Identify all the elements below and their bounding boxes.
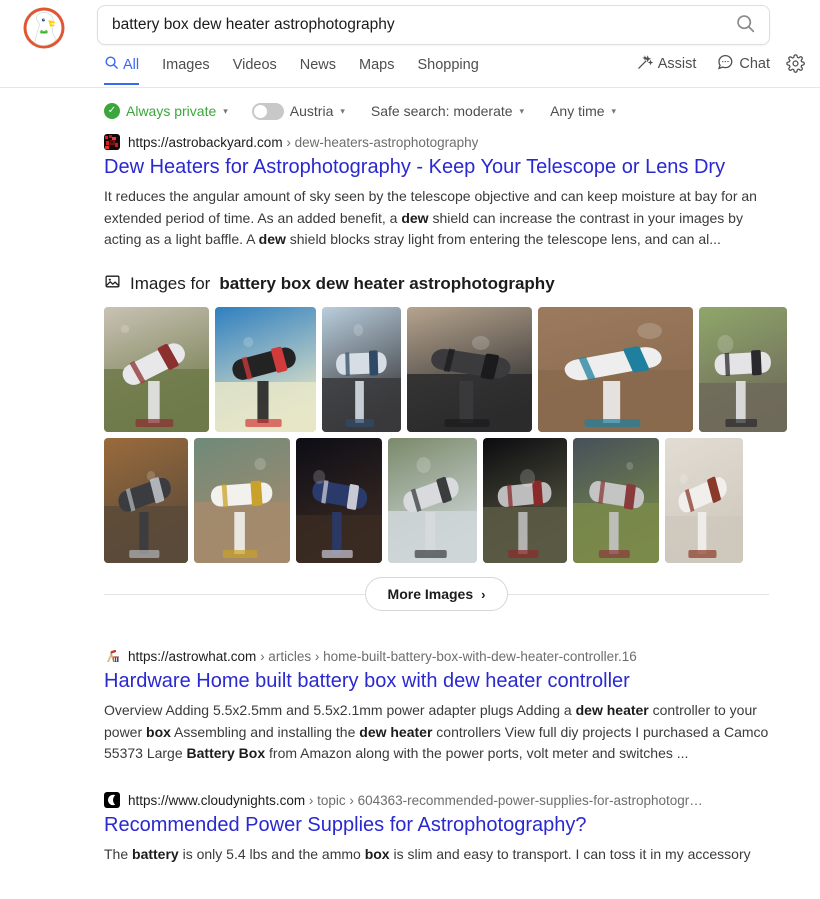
- duckduckgo-duck-logo[interactable]: [22, 6, 66, 50]
- result-snippet: It reduces the angular amount of sky see…: [104, 188, 757, 248]
- chat-label: Chat: [739, 56, 770, 72]
- results-list: https://astrobackyard.com › dew-heaters-…: [0, 133, 820, 868]
- result-title[interactable]: Dew Heaters for Astrophotography - Keep …: [104, 155, 820, 180]
- tab-all-label: All: [123, 56, 140, 73]
- image-result-telescope-tripod-backyard[interactable]: [699, 307, 787, 433]
- page-header: All Images Videos News Maps Shopping: [0, 0, 820, 88]
- nav-tabs-bar: All Images Videos News Maps Shopping Ass…: [0, 52, 820, 88]
- filter-always-private-label: Always private: [126, 103, 217, 119]
- tab-shopping-label: Shopping: [417, 56, 479, 73]
- result-item: https://astrobackyard.com › dew-heaters-…: [0, 133, 820, 251]
- result-snippet: The battery is only 5.4 lbs and the ammo…: [104, 846, 751, 863]
- magic-wand-icon: [636, 54, 654, 75]
- settings-button[interactable]: [786, 54, 805, 78]
- tab-all[interactable]: All: [104, 52, 140, 85]
- filter-safe-search[interactable]: Safe search: moderate ▾: [371, 103, 524, 119]
- result-item: https://astrowhat.com › articles › home-…: [0, 647, 820, 765]
- image-icon: [104, 273, 121, 295]
- result-title[interactable]: Hardware Home built battery box with dew…: [104, 669, 820, 694]
- result-url-path: › articles › home-built-battery-box-with…: [256, 648, 637, 664]
- image-result-night-setup-with-laptop[interactable]: [296, 438, 382, 564]
- chevron-down-icon: ▾: [223, 105, 228, 116]
- chat-button[interactable]: Chat: [716, 53, 770, 75]
- result-url: https://www.cloudynights.com › topic › 6…: [128, 793, 703, 808]
- cloudynights-favicon: [104, 792, 120, 809]
- chevron-down-icon: ▾: [340, 105, 345, 116]
- tab-videos-label: Videos: [232, 56, 277, 73]
- result-url: https://astrowhat.com › articles › home-…: [128, 649, 637, 664]
- tab-images[interactable]: Images: [162, 54, 210, 84]
- tab-maps[interactable]: Maps: [359, 54, 394, 84]
- image-result-telescope-refractor-pocket-powerbox[interactable]: [104, 307, 209, 433]
- filters-bar: ✓ Always private ▾ Austria ▾ Safe search…: [0, 89, 820, 133]
- tab-news-label: News: [299, 56, 337, 73]
- result-item: https://www.cloudynights.com › topic › 6…: [0, 791, 820, 866]
- filter-time-label: Any time: [550, 103, 605, 119]
- image-result-pier-mounted-scope-night[interactable]: [483, 438, 567, 564]
- more-images-label: More Images: [387, 586, 474, 603]
- more-images-row: More Images ›: [104, 577, 769, 612]
- tab-images-label: Images: [162, 56, 210, 73]
- filter-safe-search-label: Safe search: moderate: [370, 103, 513, 119]
- image-result-white-tube-telescope-workbench[interactable]: [194, 438, 290, 564]
- divider-right: [508, 593, 769, 595]
- image-result-telescope-indoor-wall-art[interactable]: [665, 438, 743, 564]
- result-url-line[interactable]: https://astrowhat.com › articles › home-…: [104, 647, 820, 665]
- astrowhat-favicon: [104, 648, 120, 665]
- search-submit-button[interactable]: [721, 6, 769, 44]
- result-title[interactable]: Recommended Power Supplies for Astrophot…: [104, 813, 820, 838]
- result-url-domain: https://astrowhat.com: [128, 648, 257, 664]
- result-url-domain: https://astrobackyard.com: [128, 134, 283, 150]
- tab-maps-label: Maps: [359, 56, 395, 73]
- filter-region-label: Austria: [289, 103, 334, 119]
- filter-region[interactable]: Austria ▾: [251, 102, 345, 120]
- vertical-tabs: All Images Videos News Maps Shopping: [104, 52, 502, 85]
- image-result-black-foam-dew-strip-closeup[interactable]: [215, 307, 316, 433]
- check-circle-icon: ✓: [104, 103, 120, 119]
- result-url: https://astrobackyard.com › dew-heaters-…: [128, 135, 478, 150]
- chat-bubble-icon: [716, 53, 734, 75]
- chevron-down-icon: ▾: [519, 105, 525, 116]
- assist-label: Assist: [657, 56, 697, 72]
- result-url-path: › topic › 604363-recommended-power-suppl…: [305, 792, 703, 808]
- result-url-line[interactable]: https://astrobackyard.com › dew-heaters-…: [104, 133, 820, 151]
- search-icon: [735, 13, 756, 37]
- tab-videos[interactable]: Videos: [233, 54, 277, 84]
- gear-icon: [786, 54, 805, 78]
- divider-left: [104, 593, 365, 595]
- astrobackyard-favicon: [104, 134, 120, 150]
- image-result-pier-mount-house-daytime[interactable]: [573, 438, 659, 564]
- images-row-2: [104, 438, 820, 564]
- result-url-line[interactable]: https://www.cloudynights.com › topic › 6…: [104, 791, 820, 809]
- toggle-knob: [253, 104, 267, 118]
- image-result-battery-box-power-ports[interactable]: [407, 307, 532, 433]
- image-result-telescope-tubes-snow[interactable]: [388, 438, 477, 564]
- tab-news[interactable]: News: [300, 54, 336, 84]
- assist-button[interactable]: Assist: [636, 54, 697, 75]
- chevron-right-icon: ›: [481, 586, 486, 602]
- images-for-label: Images for: [130, 274, 211, 294]
- images-module-header: Images for battery box dew heater astrop…: [104, 273, 820, 295]
- images-query: battery box dew heater astrophotography: [219, 274, 555, 294]
- image-result-telescope-with-dew-heater-straps[interactable]: [538, 307, 693, 433]
- filter-time[interactable]: Any time ▾: [550, 103, 616, 119]
- header-actions: Assist Chat: [636, 53, 770, 75]
- result-url-path: › dew-heaters-astrophotography: [282, 134, 479, 150]
- image-result-telescope-on-mount-deck[interactable]: [322, 307, 401, 433]
- more-images-button[interactable]: More Images ›: [364, 577, 509, 612]
- search-bar[interactable]: [97, 5, 770, 45]
- images-module: Images for battery box dew heater astrop…: [0, 273, 820, 612]
- image-result-dobsonian-telescope-mirror[interactable]: [104, 438, 188, 564]
- filter-always-private[interactable]: ✓ Always private ▾: [104, 103, 228, 119]
- search-icon: [104, 55, 119, 74]
- region-toggle[interactable]: [251, 102, 284, 120]
- chevron-down-icon: ▾: [611, 105, 617, 116]
- result-snippet: Overview Adding 5.5x2.5mm and 5.5x2.1mm …: [104, 702, 769, 762]
- tab-shopping[interactable]: Shopping: [418, 54, 479, 84]
- search-input[interactable]: [98, 16, 721, 34]
- result-url-domain: https://www.cloudynights.com: [128, 792, 306, 808]
- images-row-1: [104, 307, 820, 433]
